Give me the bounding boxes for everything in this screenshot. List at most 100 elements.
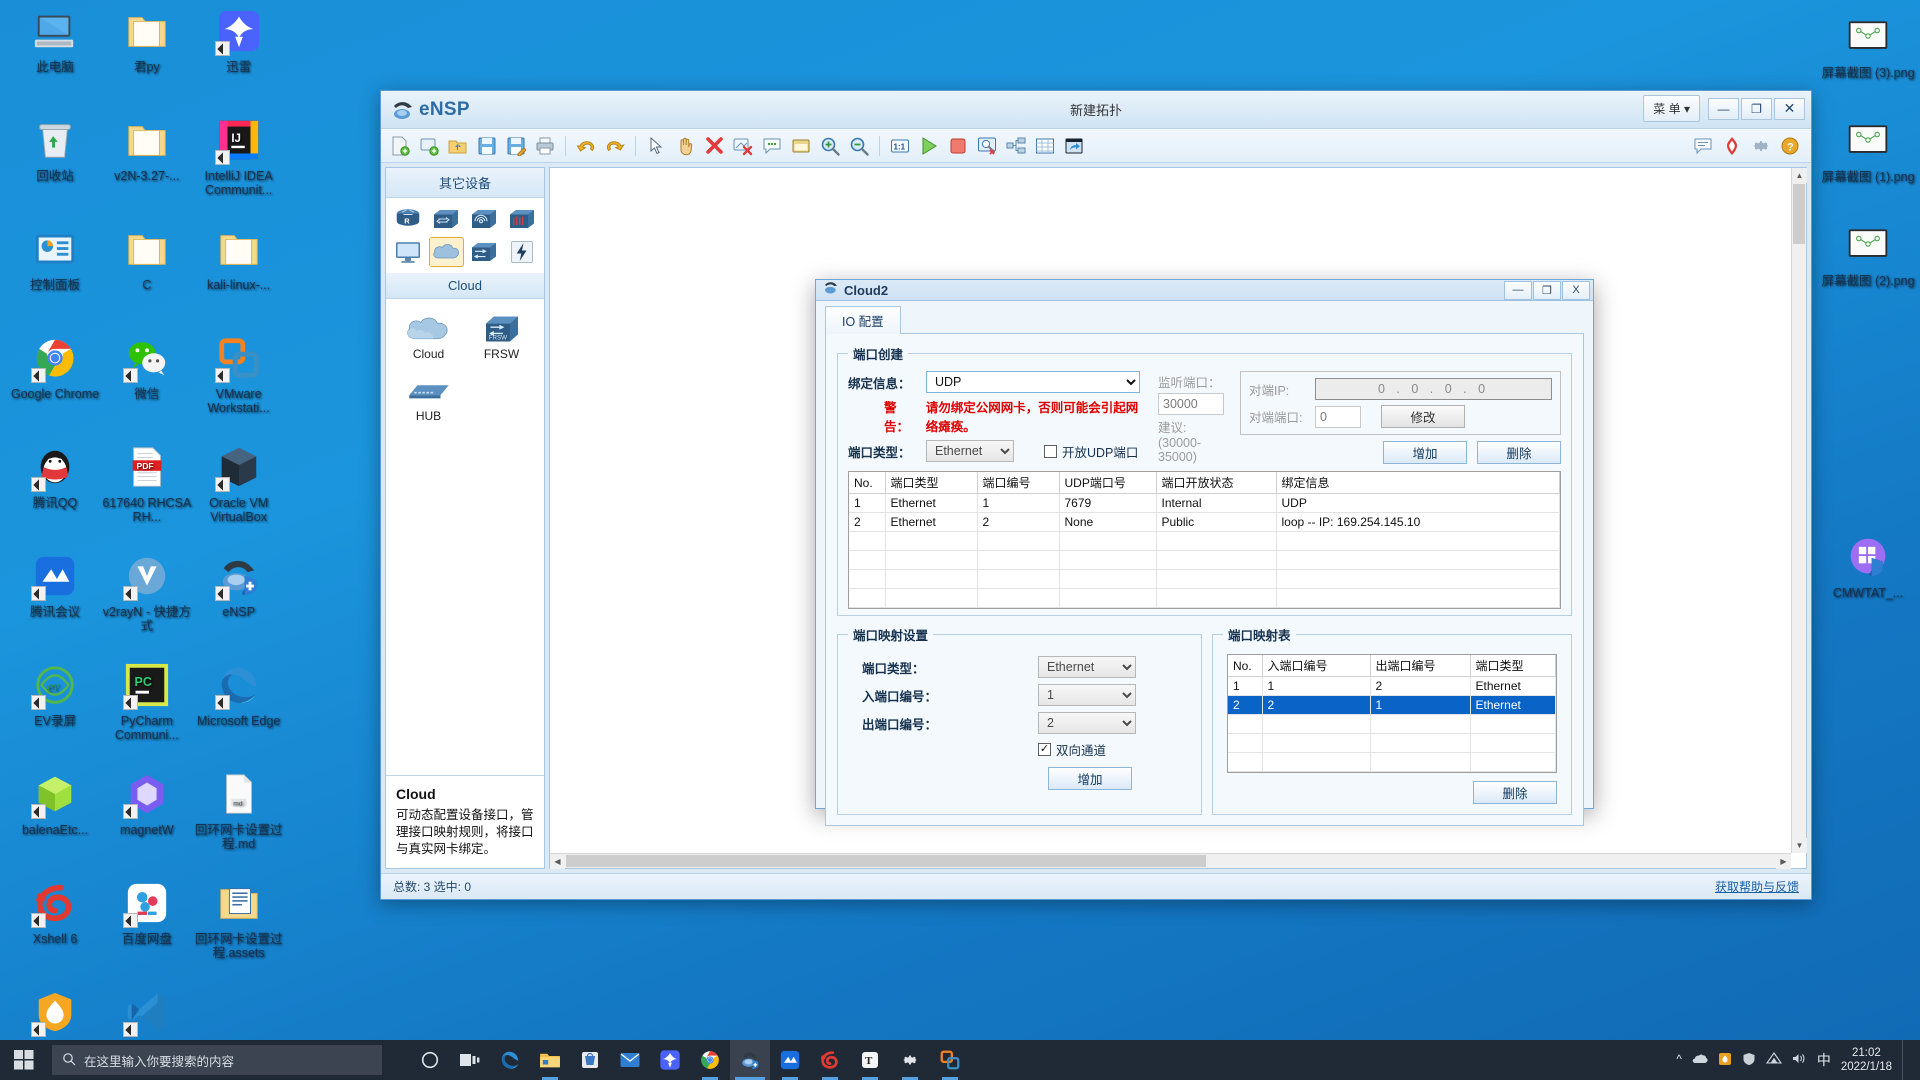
taskbar-microsoft-store-icon[interactable] [570,1040,610,1080]
taskbar-task-view-icon[interactable] [450,1040,490,1080]
hscroll-thumb[interactable] [566,855,1206,867]
actual-size-icon[interactable]: 1:1 [887,133,913,159]
out-port-select[interactable]: 2 [1038,712,1136,734]
desktop-icon-screenshot-thumb[interactable]: 屏幕截图 (3).png [1820,14,1916,80]
security-tray-icon[interactable] [1742,1052,1756,1069]
open-icon[interactable] [445,133,471,159]
ensp-close-button[interactable]: ✕ [1774,97,1805,120]
taskbar-thunder-icon[interactable] [650,1040,690,1080]
help-icon[interactable]: ? [1777,133,1803,159]
palette-cell-cloud[interactable] [428,237,464,267]
show-desktop-button[interactable] [1902,1040,1910,1080]
grid-icon[interactable] [1032,133,1058,159]
port-table-box[interactable]: No. 端口类型 端口编号 UDP端口号 端口开放状态 绑定信息 1 Ethernet 1 76… [848,471,1561,609]
taskbar-xshell-icon[interactable] [810,1040,850,1080]
cloud2-close-button[interactable]: X [1562,280,1590,300]
port-table-empty-row[interactable] [849,531,1560,551]
topology-tree-icon[interactable] [1003,133,1029,159]
zoom-in-icon[interactable] [817,133,843,159]
desktop-icon-markdown-file[interactable]: md 回环网卡设置过程.md [191,771,287,851]
vscroll-thumb[interactable] [1793,184,1805,244]
bidirectional-checkbox[interactable]: ✓ [1038,743,1051,756]
ensp-minimize-button[interactable]: — [1708,97,1739,120]
add-port-button[interactable]: 增加 [1383,441,1467,464]
palette-item-hub[interactable]: HUB [392,369,465,427]
delete-link-icon[interactable] [730,133,756,159]
windows-start-icon[interactable] [0,1040,48,1080]
listen-port-input[interactable] [1158,393,1224,415]
modify-button[interactable]: 修改 [1381,405,1465,428]
desktop-icon-this-pc[interactable]: 此电脑 [7,8,103,74]
desktop-icon-tencent-meeting[interactable]: 腾讯会议 [7,553,103,619]
port-table-empty-row[interactable] [849,569,1560,589]
restore-window-icon[interactable] [1061,133,1087,159]
desktop-icon-thunder[interactable]: 迅雷 [191,8,287,74]
taskbar-clock[interactable]: 21:02 2022/1/18 [1841,1046,1892,1074]
save-icon[interactable] [474,133,500,159]
taskbar-search-box[interactable]: 在这里输入你要搜索的内容 [52,1045,382,1075]
desktop-icon-balena-etcher[interactable]: balenaEtc... [7,771,103,837]
desktop-icon-control-panel[interactable]: 控制面板 [7,226,103,292]
ensp-maximize-button[interactable]: ❐ [1741,97,1772,120]
desktop-icon-baidu-netdisk[interactable]: 百度网盘 [99,880,195,946]
canvas-vertical-scrollbar[interactable]: ▲ ▼ [1791,168,1807,853]
canvas-horizontal-scrollbar[interactable]: ◀ ▶ [550,853,1791,869]
ensp-help-feedback-link[interactable]: 获取帮助与反馈 [1715,878,1799,895]
scroll-up-icon[interactable]: ▲ [1792,168,1807,183]
taskbar-mail-icon[interactable] [610,1040,650,1080]
taskbar-tencent-meeting-icon[interactable] [770,1040,810,1080]
stop-all-icon[interactable] [945,133,971,159]
chat-icon[interactable] [1690,133,1716,159]
mapping-table-box[interactable]: No. 入端口编号 出端口编号 端口类型 1 1 2 Ethernet 2 2 1 Ethernet [1227,654,1557,773]
palette-cell-pc[interactable] [391,237,426,267]
add-mapping-button[interactable]: 增加 [1048,767,1132,790]
delete-mapping-button[interactable]: 删除 [1473,781,1557,804]
desktop-icon-vmware[interactable]: VMware Workstati... [191,335,287,415]
port-table-row[interactable]: 2 Ethernet 2 None Public loop -- IP: 169.254.… [849,512,1560,532]
palette-cell-frsw[interactable] [467,237,502,267]
network-icon[interactable] [1765,1052,1782,1068]
undo-icon[interactable] [573,133,599,159]
select-icon[interactable] [643,133,669,159]
hand-icon[interactable] [672,133,698,159]
desktop-icon-screenshot-thumb[interactable]: 屏幕截图 (2).png [1820,222,1916,288]
desktop-icon-chrome[interactable]: Google Chrome [7,335,103,401]
comment-icon[interactable] [759,133,785,159]
desktop-icon-pdf[interactable]: PDF 617640 RHCSA RH... [99,444,195,524]
palette-item-frsw[interactable]: FRSW FRSW [465,307,538,365]
palette-cell-switch[interactable] [429,204,464,234]
mapping-table-empty-row[interactable] [1228,752,1556,772]
palette-cell-wlan-ap[interactable] [467,204,502,234]
redo-icon[interactable] [602,133,628,159]
onedrive-icon[interactable] [1692,1053,1708,1068]
desktop-icon-assets-folder[interactable]: 回环网卡设置过程.assets [191,880,287,960]
volume-icon[interactable] [1792,1052,1807,1068]
desktop-icon-pycharm[interactable]: PC PyCharm Communi... [99,662,195,742]
huorong-tray-icon[interactable] [1718,1052,1732,1069]
cloud2-minimize-button[interactable]: — [1504,280,1532,300]
peer-port-input[interactable] [1315,405,1361,428]
port-table-empty-row[interactable] [849,550,1560,570]
open-udp-checkbox[interactable] [1044,444,1057,458]
desktop-icon-folder[interactable]: v2N-3.27-... [99,117,195,183]
save-as-icon[interactable] [503,133,529,159]
port-type-select[interactable]: Ethernet [926,440,1014,462]
scroll-left-icon[interactable]: ◀ [550,854,565,869]
desktop-icon-folder[interactable]: 君py [99,8,195,74]
bidirectional-checkbox-wrap[interactable]: ✓ 双向通道 [1038,740,1106,759]
mapping-table-row[interactable]: 1 1 2 Ethernet [1228,676,1556,696]
desktop-icon-edge[interactable]: Microsoft Edge [191,662,287,728]
cloud2-maximize-button[interactable]: ❐ [1533,280,1561,300]
desktop-icon-ev-capture[interactable]: ev EV录屏 [7,662,103,728]
desktop-icon-magnetw[interactable]: magnetW [99,771,195,837]
taskbar-vmware-icon[interactable] [930,1040,970,1080]
delete-icon[interactable] [701,133,727,159]
mapping-table-empty-row[interactable] [1228,733,1556,753]
zoom-out-icon[interactable] [846,133,872,159]
desktop-icon-virtualbox[interactable]: Oracle VM VirtualBox [191,444,287,524]
show-hidden-icons-icon[interactable]: ^ [1676,1054,1681,1066]
taskbar-ensp-icon[interactable] [730,1040,770,1080]
taskbar-chrome-icon[interactable] [690,1040,730,1080]
palette-cell-power[interactable] [504,237,539,267]
scroll-down-icon[interactable]: ▼ [1792,838,1807,853]
